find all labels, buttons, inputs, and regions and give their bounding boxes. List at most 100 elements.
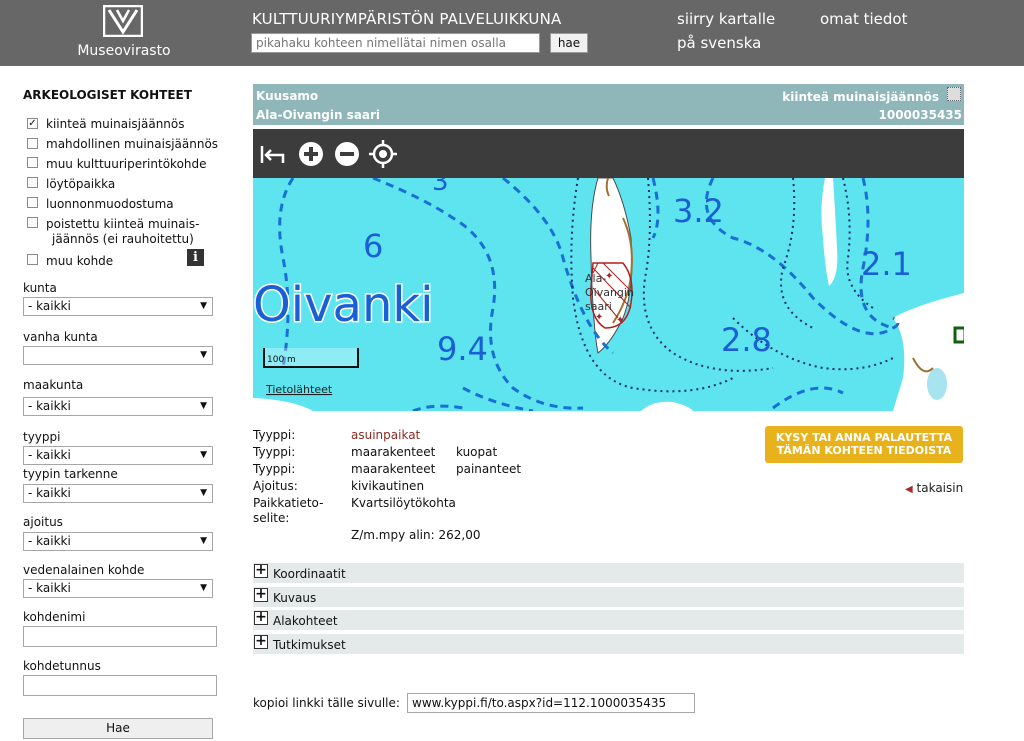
accordion-label: Koordinaatit (273, 567, 346, 581)
checkbox-label-continued: jäännös (ei rauhoitettu) (52, 232, 194, 246)
depth-label: 3 (432, 178, 449, 197)
map-canvas[interactable]: ✦ ✦ ✦ Oivanki 3 3.2 6 2.1 9.4 2.8 Ala- O… (253, 178, 964, 411)
accordion-label: Alakohteet (273, 614, 338, 628)
checkbox-mahdollinen-muinaisjaannos[interactable] (27, 138, 38, 149)
map-building (953, 326, 964, 344)
category-symbol-icon (947, 87, 961, 101)
swedish-language-link[interactable]: på svenska (677, 34, 761, 52)
detail-label: Tyyppi: (253, 445, 296, 459)
kohdenimi-label: kohdenimi (23, 610, 86, 624)
feedback-button-line: TÄMÄN KOHTEEN TIEDOISTA (776, 444, 952, 457)
checkbox-muu-kohde[interactable] (27, 254, 38, 265)
accordion-label: Tutkimukset (273, 638, 346, 652)
hae-button[interactable]: Hae (23, 718, 213, 739)
select-tyypin-tarkenne[interactable]: - kaikki ▼ (23, 484, 213, 503)
checkbox-loytopaikka[interactable] (27, 177, 38, 188)
detail-label: selite: (253, 511, 290, 525)
info-icon[interactable]: i (187, 249, 204, 266)
feedback-button-line: KYSY TAI ANNA PALAUTETTA (775, 431, 953, 444)
quick-search-input[interactable] (251, 33, 540, 53)
select-value: - kaikki (28, 299, 71, 313)
site-map-label-line: saari (585, 300, 612, 313)
checkbox-luonnonmuodostuma[interactable] (27, 197, 38, 208)
svg-text:✦: ✦ (595, 312, 603, 323)
detail-value: Kvartsilöytökohta (351, 496, 456, 510)
zoom-out-icon[interactable] (334, 141, 360, 167)
back-link-label: takaisin (916, 481, 964, 495)
filter-label-vedenalainen: vedenalainen kohde (23, 563, 145, 577)
locate-target-icon[interactable] (369, 140, 397, 168)
checkbox-label: luonnonmuodostuma (46, 197, 174, 211)
checkbox-label: poistettu kiinteä muinais- (46, 217, 200, 231)
chevron-down-icon: ▼ (200, 350, 207, 360)
map-view[interactable]: ✦ ✦ ✦ Oivanki 3 3.2 6 2.1 9.4 2.8 Ala- O… (253, 178, 964, 411)
accordion-kuvaus[interactable]: + Kuvaus (253, 587, 964, 607)
kohdetunnus-input[interactable] (23, 675, 217, 696)
back-link[interactable]: ◀ takaisin (905, 481, 963, 495)
logo-text[interactable]: Museovirasto (74, 43, 174, 59)
copy-link-field[interactable]: www.kyppi.fi/to.aspx?id=112.1000035435 (407, 693, 695, 713)
depth-label: 6 (363, 227, 383, 265)
chevron-down-icon: ▼ (200, 536, 207, 546)
select-value: - kaikki (28, 581, 71, 595)
checkbox-label: löytöpaikka (46, 177, 116, 191)
select-tyyppi[interactable]: - kaikki ▼ (23, 446, 213, 465)
chevron-down-icon: ▼ (200, 401, 207, 411)
checkbox-label: muu kulttuuriperintökohde (46, 157, 207, 171)
item-category: kiinteä muinaisjäännös (782, 90, 939, 104)
svg-text:✦: ✦ (616, 315, 624, 326)
sidebar-title: ARKEOLOGISET KOHTEET (23, 88, 192, 102)
chevron-down-icon: ▼ (200, 301, 207, 311)
detail-label: Paikkatieto- (253, 496, 324, 510)
select-vanha-kunta[interactable]: ▼ (23, 346, 213, 365)
detail-label: Tyyppi: (253, 462, 296, 476)
item-name: Ala-Oivangin saari (256, 108, 381, 122)
select-maakunta[interactable]: - kaikki ▼ (23, 397, 213, 416)
chevron-down-icon: ▼ (200, 450, 207, 460)
museovirasto-logo-icon[interactable] (103, 5, 143, 37)
triangle-left-icon: ◀ (905, 484, 913, 495)
select-value: - kaikki (28, 448, 71, 462)
filter-label-ajoitus: ajoitus (23, 515, 63, 529)
feedback-button[interactable]: KYSY TAI ANNA PALAUTETTA TÄMÄN KOHTEEN T… (765, 426, 963, 463)
accordion-koordinaatit[interactable]: + Koordinaatit (253, 563, 964, 583)
detail-value: maarakenteet (351, 462, 436, 476)
depth-label: 2.8 (721, 321, 772, 359)
map-pond (927, 368, 947, 400)
checkbox-poistettu[interactable] (27, 217, 38, 228)
back-arrow-icon[interactable] (259, 141, 285, 167)
checkbox-kiintea-muinaisjaannos[interactable]: ✓ (27, 118, 38, 129)
depth-label: 2.1 (861, 245, 912, 283)
filter-label-vanha-kunta: vanha kunta (23, 330, 98, 344)
top-bar: Museovirasto KULTTUURIYMPÄRISTÖN PALVELU… (0, 0, 1024, 66)
expand-plus-icon[interactable]: + (254, 634, 268, 649)
select-value: - kaikki (28, 534, 71, 548)
expand-plus-icon[interactable]: + (254, 587, 268, 602)
detail-value-link[interactable]: asuinpaikat (351, 428, 420, 442)
item-municipality: Kuusamo (256, 89, 319, 103)
expand-plus-icon[interactable]: + (254, 610, 268, 625)
chevron-down-icon: ▼ (200, 488, 207, 498)
site-title[interactable]: KULTTUURIYMPÄRISTÖN PALVELUIKKUNA (252, 10, 562, 28)
map-scale-bar: 100 m (263, 348, 359, 368)
select-vedenalainen[interactable]: - kaikki ▼ (23, 579, 213, 598)
accordion-tutkimukset[interactable]: + Tutkimukset (253, 634, 964, 654)
expand-plus-icon[interactable]: + (254, 563, 268, 578)
checkbox-muu-kulttuuriperintokohde[interactable] (27, 157, 38, 168)
select-kunta[interactable]: - kaikki ▼ (23, 297, 213, 316)
site-map-label-line: Oivangin (585, 286, 634, 299)
quick-search-button[interactable]: hae (550, 33, 588, 53)
map-sources-link[interactable]: Tietolähteet (265, 383, 333, 396)
zoom-in-icon[interactable] (298, 141, 324, 167)
kohdenimi-input[interactable] (23, 626, 217, 647)
select-ajoitus[interactable]: - kaikki ▼ (23, 532, 213, 551)
kohdetunnus-label: kohdetunnus (23, 659, 101, 673)
checkbox-label: kiinteä muinaisjäännös (46, 117, 185, 131)
go-to-map-link[interactable]: siirry kartalle (677, 10, 775, 28)
accordion-alakohteet[interactable]: + Alakohteet (253, 610, 964, 630)
own-data-link[interactable]: omat tiedot (820, 10, 908, 28)
detail-subvalue: kuopat (456, 445, 498, 459)
chevron-down-icon: ▼ (200, 583, 207, 593)
select-value: - kaikki (28, 486, 71, 500)
detail-label: Ajoitus: (253, 479, 298, 493)
